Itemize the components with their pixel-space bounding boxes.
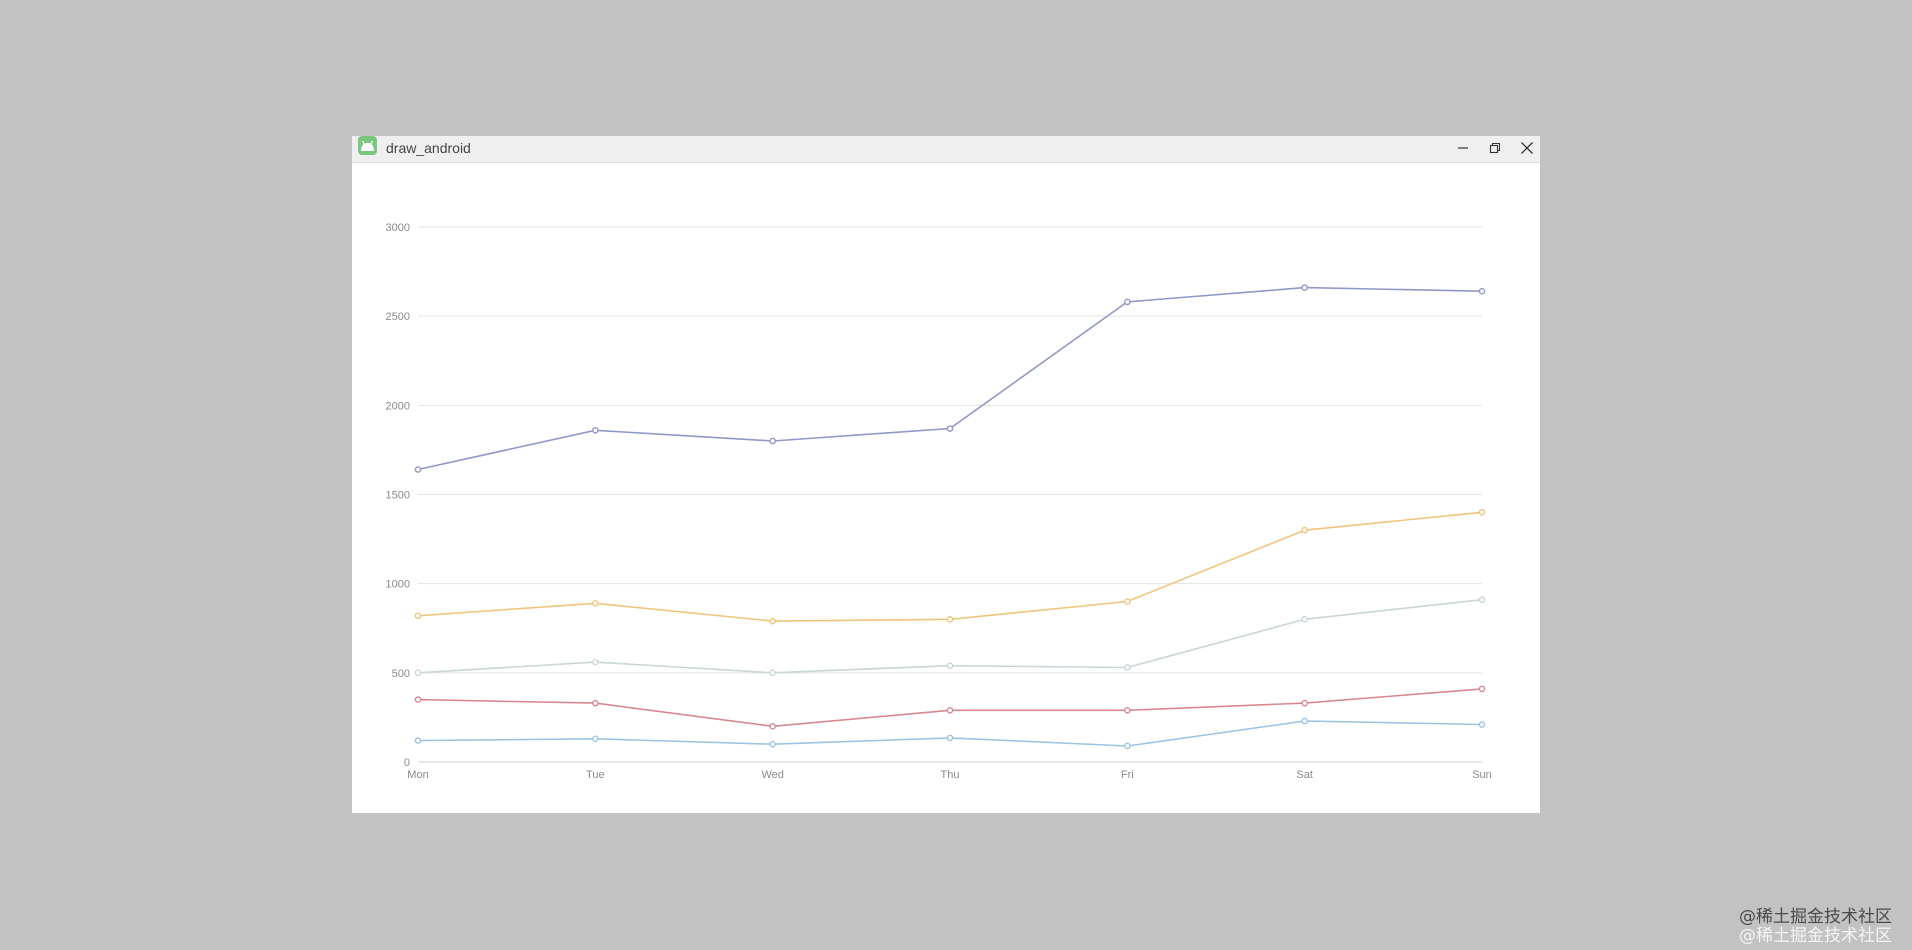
data-point bbox=[1478, 596, 1486, 604]
restore-button[interactable] bbox=[1480, 136, 1510, 160]
data-point bbox=[592, 658, 599, 666]
series-line bbox=[417, 598, 1483, 674]
y-tick-label: 1500 bbox=[386, 490, 410, 502]
x-tick-label: Wed bbox=[761, 769, 783, 781]
series-line bbox=[417, 286, 1483, 471]
minimize-button[interactable] bbox=[1448, 136, 1478, 160]
data-point bbox=[769, 740, 776, 748]
restore-icon bbox=[1489, 142, 1501, 154]
data-point bbox=[414, 696, 422, 703]
data-point bbox=[946, 662, 954, 670]
data-point bbox=[592, 735, 599, 743]
x-tick-label: Thu bbox=[941, 769, 960, 781]
minimize-icon bbox=[1458, 147, 1468, 149]
data-point bbox=[1301, 616, 1308, 623]
title-bar[interactable]: draw_android bbox=[352, 136, 1540, 163]
data-point bbox=[769, 669, 776, 677]
data-point bbox=[1301, 284, 1308, 291]
x-tick-label: Sat bbox=[1296, 769, 1313, 781]
chart-area: 0 500 1000 1500 2000 2500 3000 Mon Tue Wed Thu Fri S… bbox=[352, 163, 1540, 813]
data-point bbox=[414, 669, 422, 677]
data-point bbox=[1478, 509, 1486, 516]
data-point bbox=[769, 437, 776, 445]
data-point bbox=[946, 616, 954, 623]
data-point bbox=[1124, 598, 1131, 605]
data-point bbox=[414, 612, 422, 620]
data-point bbox=[592, 426, 599, 434]
data-point bbox=[1478, 685, 1486, 693]
series-line bbox=[417, 720, 1483, 747]
data-point bbox=[1478, 721, 1486, 728]
data-point bbox=[1124, 742, 1131, 750]
data-point bbox=[946, 706, 954, 714]
data-point bbox=[414, 737, 422, 744]
data-point bbox=[1301, 526, 1308, 534]
series-line bbox=[417, 511, 1483, 622]
data-point bbox=[1124, 706, 1131, 714]
x-tick-label: Fri bbox=[1121, 769, 1134, 781]
y-tick-label: 3000 bbox=[386, 222, 410, 234]
x-tick-label: Sun bbox=[1472, 769, 1492, 781]
app-window: draw_android 0 500 1000 1500 2000 2500 3000 Mon… bbox=[352, 136, 1540, 813]
y-tick-label: 0 bbox=[404, 757, 410, 769]
watermark-line-2: @稀土掘金技术社区 bbox=[1739, 926, 1892, 946]
data-point bbox=[946, 425, 954, 432]
x-tick-label: Tue bbox=[586, 769, 605, 781]
line-chart: 0 500 1000 1500 2000 2500 3000 Mon Tue Wed Thu Fri S… bbox=[386, 222, 1492, 781]
data-point bbox=[592, 599, 599, 607]
y-tick-label: 1000 bbox=[386, 579, 410, 591]
data-point bbox=[1301, 699, 1308, 707]
window-title: draw_android bbox=[386, 140, 471, 156]
y-tick-label: 2000 bbox=[386, 400, 410, 412]
data-point bbox=[1301, 717, 1308, 725]
data-point bbox=[592, 699, 599, 707]
close-button[interactable] bbox=[1512, 136, 1542, 160]
data-point bbox=[414, 466, 422, 473]
close-icon bbox=[1521, 142, 1533, 154]
data-point bbox=[769, 723, 776, 730]
watermark: @稀土掘金技术社区 @稀土掘金技术社区 bbox=[1739, 908, 1892, 946]
android-app-icon bbox=[358, 136, 377, 155]
watermark-line-1: @稀土掘金技术社区 bbox=[1739, 907, 1892, 927]
data-point bbox=[946, 734, 954, 742]
y-tick-label: 500 bbox=[392, 668, 410, 680]
x-tick-label: Mon bbox=[407, 769, 428, 781]
y-tick-label: 2500 bbox=[386, 311, 410, 323]
data-point bbox=[1124, 298, 1131, 306]
data-point bbox=[1478, 287, 1486, 295]
data-point bbox=[769, 617, 776, 625]
data-point bbox=[1124, 664, 1131, 671]
